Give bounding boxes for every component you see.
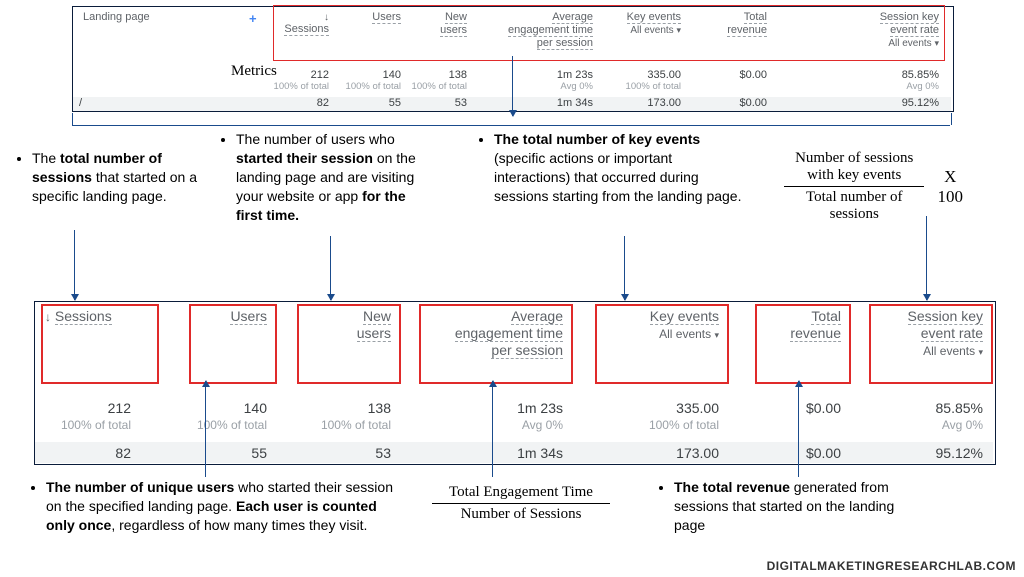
top-analytics-table: Landing page + ↓ Sessions Users Newusers… <box>72 6 954 112</box>
bv-avgeng: 1m 23s <box>453 400 563 416</box>
metrics-label: Metrics <box>231 63 277 80</box>
bs-users: 100% of total <box>177 418 267 432</box>
br-avgeng: 1m 34s <box>453 445 563 461</box>
br-keyevents: 173.00 <box>629 445 719 461</box>
bv-sessions: 212 <box>61 400 131 416</box>
totalrev-row: $0.00 <box>713 97 767 109</box>
sessions-row: 82 <box>285 97 329 109</box>
br-totalrev: $0.00 <box>759 445 841 461</box>
bv-newusers: 138 <box>301 400 391 416</box>
chevron-down-icon[interactable]: ▾ <box>676 25 681 35</box>
bh-newusers[interactable]: Newusers <box>301 308 391 342</box>
add-dimension-icon[interactable]: + <box>249 11 257 26</box>
skrate-row: 95.12% <box>869 97 939 109</box>
bs-keyevents: 100% of total <box>619 418 719 432</box>
newusers-total: 138 <box>423 69 467 81</box>
users-total-sub: 100% of total <box>341 81 401 92</box>
bh-avgeng[interactable]: Averageengagement timeper session <box>423 308 563 359</box>
skrate-total-sub: Avg 0% <box>879 81 939 92</box>
landing-page-header: Landing page <box>77 11 263 23</box>
bh-users[interactable]: Users <box>193 308 267 325</box>
engagement-formula: Total Engagement Time Number of Sessions <box>432 484 610 523</box>
bv-keyevents: 335.00 <box>629 400 719 416</box>
sessions-total: 212 <box>285 69 329 81</box>
bv-skrate: 85.85% <box>893 400 983 416</box>
users-total: 140 <box>361 69 401 81</box>
bh-totalrev[interactable]: Totalrevenue <box>759 308 841 342</box>
bh-keyevents[interactable]: Key eventsAll events ▾ <box>599 308 719 341</box>
br-newusers: 53 <box>301 445 391 461</box>
arrow-avgeng-up <box>492 381 493 477</box>
keyevents-row: 173.00 <box>621 97 681 109</box>
landing-page-slash: / <box>79 97 82 109</box>
bh-sessions[interactable]: ↓ Sessions <box>45 308 149 325</box>
avg-engagement-header[interactable]: Averageengagement timeper session <box>493 11 593 50</box>
arrow-rate <box>926 216 927 300</box>
br-skrate: 95.12% <box>893 445 983 461</box>
br-sessions: 82 <box>61 445 131 461</box>
avgeng-total-sub: Avg 0% <box>533 81 593 92</box>
users-header[interactable]: Users <box>361 11 401 24</box>
watermark: DIGITALMAKETINGRESEARCHLAB.COM <box>767 559 1016 573</box>
arrow-keyevents <box>624 236 625 300</box>
newusers-definition: The number of users who started their se… <box>222 130 432 224</box>
chevron-down-icon[interactable]: ▾ <box>978 347 983 357</box>
totalrev-total: $0.00 <box>713 69 767 81</box>
bv-totalrev: $0.00 <box>759 400 841 416</box>
sessions-definition: The total number of sessions that starte… <box>18 149 202 206</box>
bs-newusers: 100% of total <box>291 418 391 432</box>
arrow-revenue-up <box>798 381 799 477</box>
chevron-down-icon[interactable]: ▾ <box>934 38 939 48</box>
arrow-newusers <box>330 236 331 300</box>
bottom-analytics-table: ↓ Sessions Users Newusers Averageengagem… <box>34 301 996 465</box>
bs-sessions: 100% of total <box>45 418 131 432</box>
bracket-sides <box>72 113 952 125</box>
skrate-total: 85.85% <box>869 69 939 81</box>
rate-formula: Number of sessions with key events Total… <box>784 150 970 223</box>
sessions-total-sub: 100% of total <box>269 81 329 92</box>
bh-skrate[interactable]: Session keyevent rateAll events ▾ <box>873 308 983 358</box>
bracket-bottom <box>72 125 950 126</box>
arrow-sessions <box>74 230 75 300</box>
sessions-header[interactable]: ↓ Sessions <box>281 11 329 36</box>
bs-avgeng: Avg 0% <box>483 418 563 432</box>
session-key-event-rate-header[interactable]: Session keyevent rateAll events ▾ <box>811 11 939 49</box>
keyevents-total-sub: 100% of total <box>621 81 681 92</box>
keyevents-definition: The total number of key events (specific… <box>480 130 748 206</box>
arrow-metrics-bracket <box>512 56 513 116</box>
avgeng-total: 1m 23s <box>513 69 593 81</box>
avgeng-row: 1m 34s <box>513 97 593 109</box>
revenue-definition: The total revenue generated from session… <box>660 478 920 535</box>
keyevents-total: 335.00 <box>621 69 681 81</box>
newusers-row: 53 <box>423 97 467 109</box>
arrow-users-up <box>205 381 206 477</box>
chevron-down-icon[interactable]: ▾ <box>714 330 719 340</box>
users-row: 55 <box>361 97 401 109</box>
key-events-header[interactable]: Key eventsAll events ▾ <box>619 11 681 36</box>
newusers-total-sub: 100% of total <box>407 81 467 92</box>
users-definition: The number of unique users who started t… <box>32 478 402 535</box>
total-revenue-header[interactable]: Totalrevenue <box>713 11 767 37</box>
bs-skrate: Avg 0% <box>903 418 983 432</box>
new-users-header[interactable]: Newusers <box>423 11 467 37</box>
